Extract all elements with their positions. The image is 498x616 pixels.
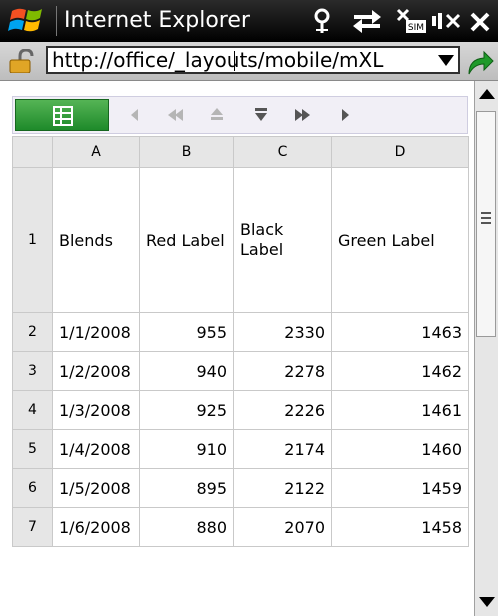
down-icon[interactable] bbox=[251, 105, 271, 125]
close-icon[interactable] bbox=[466, 6, 494, 36]
column-header[interactable]: A bbox=[52, 136, 140, 168]
cell[interactable]: 2174 bbox=[233, 429, 332, 469]
windows-logo-icon[interactable] bbox=[6, 6, 50, 36]
column-header[interactable]: D bbox=[331, 136, 469, 168]
cell[interactable]: 1/4/2008 bbox=[52, 429, 140, 469]
cell[interactable]: 2122 bbox=[233, 468, 332, 508]
volume-muted-icon[interactable] bbox=[430, 6, 462, 36]
cell[interactable]: 880 bbox=[139, 507, 234, 547]
cell[interactable]: Red Label bbox=[139, 167, 234, 313]
cell[interactable]: 1459 bbox=[331, 468, 469, 508]
row-header[interactable]: 7 bbox=[12, 507, 53, 547]
sim-icon[interactable]: SIM bbox=[394, 6, 428, 36]
signal-icon[interactable] bbox=[306, 6, 338, 36]
url-text: http://office/_layouts/mobile/mXL bbox=[52, 48, 384, 72]
cell[interactable]: 1/2/2008 bbox=[52, 351, 140, 391]
last-page-icon[interactable] bbox=[293, 105, 313, 125]
cell[interactable]: 895 bbox=[139, 468, 234, 508]
cell[interactable]: 1463 bbox=[331, 312, 469, 352]
cell[interactable]: 1462 bbox=[331, 351, 469, 391]
cell[interactable]: 1461 bbox=[331, 390, 469, 430]
cell[interactable]: 940 bbox=[139, 351, 234, 391]
cell[interactable]: 1/5/2008 bbox=[52, 468, 140, 508]
row-header[interactable]: 3 bbox=[12, 351, 53, 391]
cell[interactable]: 1/3/2008 bbox=[52, 390, 140, 430]
row-header[interactable]: 2 bbox=[12, 312, 53, 352]
cell[interactable]: 955 bbox=[139, 312, 234, 352]
scroll-grip-icon bbox=[481, 212, 491, 224]
table-row: 4 1/3/2008 925 2226 1461 bbox=[12, 390, 469, 430]
next-icon[interactable] bbox=[335, 105, 355, 125]
table-row: 6 1/5/2008 895 2122 1459 bbox=[12, 468, 469, 508]
cell[interactable]: Black Label bbox=[233, 167, 332, 313]
row-header[interactable]: 6 bbox=[12, 468, 53, 508]
cell[interactable]: Blends bbox=[52, 167, 140, 313]
row-header[interactable]: 4 bbox=[12, 390, 53, 430]
go-arrow-icon[interactable] bbox=[466, 49, 494, 75]
column-header[interactable]: B bbox=[139, 136, 234, 168]
scroll-thumb[interactable] bbox=[476, 111, 496, 337]
text-caret bbox=[234, 51, 235, 71]
title-separator bbox=[56, 6, 57, 36]
first-page-icon[interactable] bbox=[165, 105, 185, 125]
table-row: 2 1/1/2008 955 2330 1463 bbox=[12, 312, 469, 352]
scroll-up-arrow-icon[interactable] bbox=[479, 89, 495, 99]
content-area: A B C D 1 Blends Red Label Black Label G… bbox=[0, 81, 474, 616]
app-title: Internet Explorer bbox=[64, 8, 250, 33]
scroll-down-arrow-icon[interactable] bbox=[479, 597, 495, 607]
sheet-toolbar bbox=[12, 96, 468, 134]
cell[interactable]: 910 bbox=[139, 429, 234, 469]
url-input[interactable]: http://office/_layouts/mobile/mXL bbox=[46, 46, 460, 74]
row-header[interactable]: 5 bbox=[12, 429, 53, 469]
cell[interactable]: 2226 bbox=[233, 390, 332, 430]
cell[interactable]: 2278 bbox=[233, 351, 332, 391]
svg-text:SIM: SIM bbox=[408, 23, 424, 33]
grid-button[interactable] bbox=[15, 99, 109, 131]
cell[interactable]: 1460 bbox=[331, 429, 469, 469]
corner-cell bbox=[12, 136, 53, 168]
cell[interactable]: 2070 bbox=[233, 507, 332, 547]
table-row: 3 1/2/2008 940 2278 1462 bbox=[12, 351, 469, 391]
lock-icon[interactable] bbox=[6, 49, 42, 73]
table-row: 5 1/4/2008 910 2174 1460 bbox=[12, 429, 469, 469]
cell[interactable]: 925 bbox=[139, 390, 234, 430]
address-bar: http://office/_layouts/mobile/mXL bbox=[0, 42, 498, 81]
cell[interactable]: 1458 bbox=[331, 507, 469, 547]
up-icon[interactable] bbox=[207, 105, 227, 125]
cell[interactable]: 2330 bbox=[233, 312, 332, 352]
grid-icon bbox=[53, 106, 73, 126]
spreadsheet-grid: A B C D 1 Blends Red Label Black Label G… bbox=[12, 136, 469, 547]
cell[interactable]: Green Label bbox=[331, 167, 469, 313]
cell[interactable]: 1/1/2008 bbox=[52, 312, 140, 352]
column-header[interactable]: C bbox=[233, 136, 332, 168]
title-bar: Internet Explorer SIM bbox=[0, 0, 498, 42]
column-header-row: A B C D bbox=[12, 136, 469, 168]
table-row: 7 1/6/2008 880 2070 1458 bbox=[12, 507, 469, 547]
sync-icon[interactable] bbox=[350, 6, 384, 36]
vertical-scrollbar[interactable] bbox=[474, 81, 498, 616]
table-row: 1 Blends Red Label Black Label Green Lab… bbox=[12, 167, 469, 313]
previous-icon[interactable] bbox=[125, 105, 145, 125]
cell[interactable]: 1/6/2008 bbox=[52, 507, 140, 547]
dropdown-arrow-icon[interactable] bbox=[438, 55, 454, 66]
row-header[interactable]: 1 bbox=[12, 167, 53, 313]
